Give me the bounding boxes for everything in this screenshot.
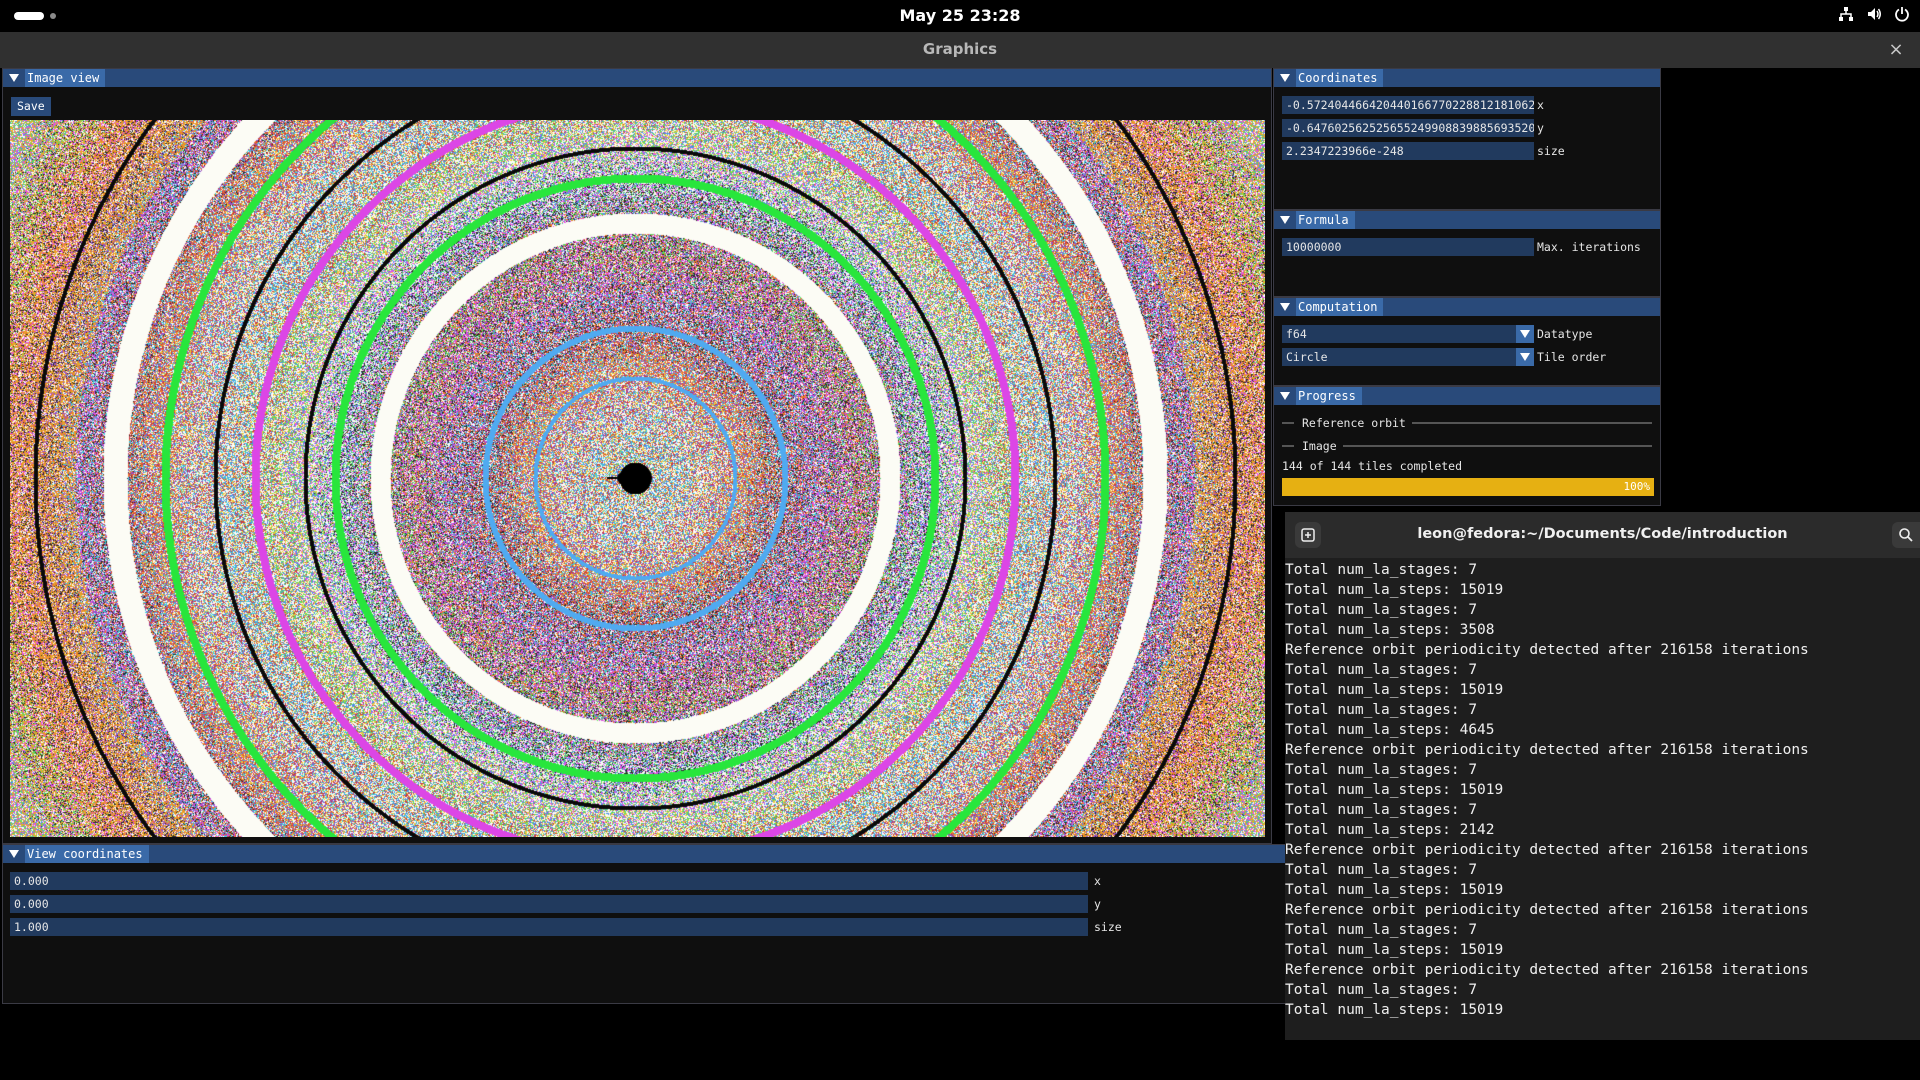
reference-orbit-label: Reference orbit [1302, 416, 1406, 430]
terminal-line: Total num_la_stages: 7 [1285, 922, 1478, 938]
terminal-line: Total num_la_stages: 7 [1285, 602, 1478, 618]
terminal-line: Reference orbit periodicity detected aft… [1285, 742, 1809, 758]
coord-y-label: y [1537, 121, 1544, 135]
terminal-line: Reference orbit periodicity detected aft… [1285, 902, 1809, 918]
coord-size-label: size [1537, 144, 1565, 158]
terminal-line: Total num_la_stages: 7 [1285, 762, 1478, 778]
window-title: Image view [25, 69, 106, 87]
coordinates-window: Coordinates -0.5724044664204401667702288… [1273, 68, 1661, 210]
terminal-line: Reference orbit periodicity detected aft… [1285, 642, 1809, 658]
terminal-line: Reference orbit periodicity detected aft… [1285, 962, 1809, 978]
progress-bar-fill [1282, 478, 1654, 496]
progress-percent: 100% [1623, 480, 1651, 493]
chevron-down-icon[interactable] [1516, 325, 1534, 343]
window-title: Computation [1296, 298, 1384, 316]
terminal-line: Total num_la_stages: 7 [1285, 562, 1478, 578]
collapse-arrow-icon[interactable] [3, 845, 25, 863]
view-coordinates-title-bar[interactable]: View coordinates [3, 845, 1285, 863]
window-title: Graphics [922, 40, 998, 58]
close-button[interactable]: × [1884, 38, 1908, 62]
datatype-label: Datatype [1537, 327, 1593, 341]
terminal-line: Total num_la_steps: 15019 [1285, 782, 1504, 798]
collapse-arrow-icon[interactable] [1274, 211, 1296, 229]
tiles-completed-text: 144 of 144 tiles completed [1282, 459, 1463, 473]
formula-title-bar[interactable]: Formula [1274, 211, 1660, 229]
coord-size-input[interactable]: 2.2347223966e-248 [1282, 142, 1534, 160]
terminal-line: Total num_la_stages: 7 [1285, 802, 1478, 818]
save-button[interactable]: Save [11, 97, 51, 116]
terminal-line: Total num_la_stages: 7 [1285, 702, 1478, 718]
collapse-arrow-icon[interactable] [3, 69, 25, 87]
view-coordinates-window: View coordinates 0.000 x 0.000 y 1.000 s… [2, 844, 1286, 1004]
tile-order-combo[interactable]: Circle [1282, 348, 1534, 366]
view-x-input[interactable]: 0.000 [10, 872, 1088, 890]
tile-order-value: Circle [1286, 350, 1328, 364]
image-label: Image [1302, 439, 1337, 453]
volume-icon [1868, 8, 1881, 20]
workspace-dot [50, 13, 56, 19]
terminal-line: Total num_la_steps: 15019 [1285, 1002, 1504, 1018]
datatype-value: f64 [1286, 327, 1307, 341]
tile-order-label: Tile order [1537, 350, 1607, 364]
computation-title-bar[interactable]: Computation [1274, 298, 1660, 316]
terminal-output[interactable]: Total num_la_stages: 7 Total num_la_steps… [1285, 560, 1920, 1030]
terminal-title: leon@fedora:~/Documents/Code/introductio… [1417, 526, 1788, 542]
progress-title-bar[interactable]: Progress [1274, 387, 1660, 405]
progress-bar: 100% [1282, 478, 1654, 496]
computation-window: Computation f64 Datatype Circle Tile ord… [1273, 297, 1661, 386]
coord-y-input[interactable]: -0.6476025625256552499088398856935208 [1282, 119, 1534, 137]
image-separator: Image [1282, 437, 1652, 455]
terminal-search-button[interactable] [1892, 522, 1920, 548]
activities-indicator[interactable] [14, 12, 56, 20]
workspace-active-pill [14, 12, 44, 20]
window-title: View coordinates [25, 845, 149, 863]
view-size-label: size [1094, 920, 1122, 934]
image-view-title-bar[interactable]: Image view [3, 69, 1271, 87]
collapse-arrow-icon[interactable] [1274, 298, 1296, 316]
network-icon [1839, 7, 1853, 21]
terminal-line: Total num_la_steps: 15019 [1285, 582, 1504, 598]
view-y-input[interactable]: 0.000 [10, 895, 1088, 913]
new-tab-icon [1301, 528, 1315, 542]
search-icon [1899, 528, 1913, 542]
image-view-window: Image view Save [2, 68, 1272, 844]
terminal-line: Total num_la_steps: 4645 [1285, 722, 1495, 738]
max-iterations-input[interactable]: 10000000 [1282, 238, 1534, 256]
terminal-line: Total num_la_steps: 2142 [1285, 822, 1495, 838]
coord-x-label: x [1537, 98, 1544, 112]
coordinates-title-bar[interactable]: Coordinates [1274, 69, 1660, 87]
view-y-label: y [1094, 897, 1101, 911]
system-top-bar: May 25 23:28 [0, 0, 1920, 32]
coord-x-input[interactable]: -0.5724044664204401667702288121810622 [1282, 96, 1534, 114]
power-icon [1895, 7, 1909, 22]
max-iterations-label: Max. iterations [1537, 240, 1641, 254]
datatype-combo[interactable]: f64 [1282, 325, 1534, 343]
terminal-line: Total num_la_stages: 7 [1285, 662, 1478, 678]
window-title: Coordinates [1296, 69, 1384, 87]
system-tray[interactable] [1838, 6, 1910, 22]
terminal-line: Total num_la_stages: 7 [1285, 862, 1478, 878]
progress-window: Progress Reference orbit Image 144 of 14… [1273, 386, 1661, 506]
window-title: Formula [1296, 211, 1355, 229]
chevron-down-icon[interactable] [1516, 348, 1534, 366]
clock[interactable]: May 25 23:28 [900, 6, 1021, 25]
collapse-arrow-icon[interactable] [1274, 69, 1296, 87]
terminal-line: Total num_la_steps: 15019 [1285, 682, 1504, 698]
terminal-line: Total num_la_steps: 15019 [1285, 882, 1504, 898]
terminal-line: Total num_la_steps: 15019 [1285, 942, 1504, 958]
terminal-line: Total num_la_stages: 7 [1285, 982, 1478, 998]
collapse-arrow-icon[interactable] [1274, 387, 1296, 405]
window-title-bar[interactable]: Graphics × [0, 32, 1920, 68]
fractal-image[interactable] [10, 120, 1265, 837]
view-x-label: x [1094, 874, 1101, 888]
terminal-header-bar[interactable]: leon@fedora:~/Documents/Code/introductio… [1285, 512, 1920, 558]
new-tab-button[interactable] [1295, 522, 1321, 548]
terminal-line: Total num_la_steps: 3508 [1285, 622, 1495, 638]
window-title: Progress [1296, 387, 1362, 405]
terminal-window: leon@fedora:~/Documents/Code/introductio… [1285, 512, 1920, 1040]
terminal-line: Reference orbit periodicity detected aft… [1285, 842, 1809, 858]
formula-window: Formula 10000000 Max. iterations [1273, 210, 1661, 297]
reference-orbit-separator: Reference orbit [1282, 414, 1652, 432]
view-size-input[interactable]: 1.000 [10, 918, 1088, 936]
